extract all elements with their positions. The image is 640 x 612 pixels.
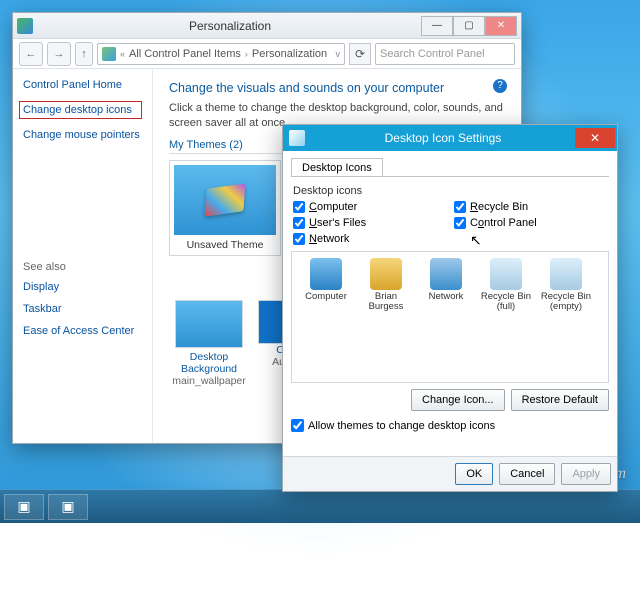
breadcrumb-root[interactable]: All Control Panel Items [129, 48, 241, 60]
dialog-icon [289, 130, 305, 146]
sidebar-change-pointers-link[interactable]: Change mouse pointers [23, 129, 142, 141]
preview-recycle-empty[interactable]: Recycle Bin (empty) [538, 258, 594, 313]
preview-recycle-full[interactable]: Recycle Bin (full) [478, 258, 534, 313]
allow-themes-checkbox[interactable]: Allow themes to change desktop icons [291, 419, 609, 432]
network-icon [430, 258, 462, 290]
checkbox-computer-input[interactable] [293, 201, 305, 213]
see-also-label: See also [23, 261, 142, 273]
user-folder-icon [370, 258, 402, 290]
breadcrumb-current[interactable]: Personalization [252, 48, 327, 60]
dialog-footer: OK Cancel Apply [283, 456, 617, 491]
bg-label: Desktop Background [169, 351, 249, 375]
see-also-display[interactable]: Display [23, 281, 142, 293]
cancel-button[interactable]: Cancel [499, 463, 555, 485]
desktop-icon-settings-dialog: Desktop Icon Settings ✕ Desktop Icons De… [282, 124, 618, 492]
allow-themes-label: Allow themes to change desktop icons [308, 420, 495, 432]
desktop-icons-group-label: Desktop icons [293, 185, 609, 197]
page-heading: Change the visuals and sounds on your co… [169, 81, 505, 95]
checkbox-recycle-bin[interactable]: Recycle Bin [454, 201, 607, 213]
see-also-taskbar[interactable]: Taskbar [23, 303, 142, 315]
checkbox-grid: Computer Recycle Bin User's Files Contro… [291, 201, 609, 245]
preview-user[interactable]: Brian Burgess [358, 258, 414, 313]
taskbar-app-1[interactable]: ▣ [4, 494, 44, 520]
apply-button[interactable]: Apply [561, 463, 611, 485]
taskbar[interactable]: ▣ ▣ [0, 489, 640, 523]
dialog-titlebar[interactable]: Desktop Icon Settings ✕ [283, 125, 617, 151]
tab-bar: Desktop Icons [291, 157, 609, 177]
refresh-button[interactable]: ⟳ [349, 43, 371, 65]
theme-fan-icon [205, 183, 246, 216]
tab-desktop-icons[interactable]: Desktop Icons [291, 158, 383, 176]
preview-network[interactable]: Network [418, 258, 474, 313]
chevron-right-icon: › [245, 49, 248, 59]
close-button[interactable]: ✕ [485, 16, 517, 36]
search-placeholder: Search Control Panel [380, 48, 485, 60]
bg-value: main_wallpaper [169, 375, 249, 387]
restore-default-button[interactable]: Restore Default [511, 389, 609, 411]
dialog-close-button[interactable]: ✕ [575, 128, 615, 148]
forward-button[interactable]: → [47, 42, 71, 66]
sidebar: Control Panel Home Change desktop icons … [13, 69, 153, 443]
dialog-title: Desktop Icon Settings [311, 131, 575, 145]
checkbox-users-input[interactable] [293, 217, 305, 229]
preview-label: Recycle Bin (full) [478, 292, 534, 313]
address-icon [102, 47, 116, 61]
preview-computer[interactable]: Computer [298, 258, 354, 313]
checkbox-recycle-input[interactable] [454, 201, 466, 213]
preview-label: Computer [298, 292, 354, 302]
recycle-bin-empty-icon [550, 258, 582, 290]
sidebar-home-link[interactable]: Control Panel Home [23, 79, 142, 91]
theme-thumbnail [174, 165, 276, 235]
preview-label: Network [418, 292, 474, 302]
taskbar-app-2[interactable]: ▣ [48, 494, 88, 520]
icon-preview-box: Computer Brian Burgess Network Recycle B… [291, 251, 609, 383]
theme-name: Unsaved Theme [174, 239, 276, 251]
checkbox-users-files[interactable]: User's Files [293, 217, 446, 229]
chevron-down-icon[interactable]: v [336, 49, 341, 59]
search-input[interactable]: Search Control Panel [375, 43, 515, 65]
breadcrumb-sep-icon: « [120, 49, 125, 59]
back-button[interactable]: ← [19, 42, 43, 66]
address-bar[interactable]: « All Control Panel Items › Personalizat… [97, 43, 345, 65]
computer-icon [310, 258, 342, 290]
recycle-bin-full-icon [490, 258, 522, 290]
titlebar[interactable]: Personalization — ▢ ✕ [13, 13, 521, 39]
preview-label: Brian Burgess [358, 292, 414, 313]
checkbox-control-panel[interactable]: Control Panel [454, 217, 607, 229]
bg-thumbnail [175, 300, 243, 348]
preview-label: Recycle Bin (empty) [538, 292, 594, 313]
up-button[interactable]: ↑ [75, 42, 93, 66]
minimize-button[interactable]: — [421, 16, 453, 36]
help-icon[interactable]: ? [493, 79, 507, 93]
nav-toolbar: ← → ↑ « All Control Panel Items › Person… [13, 39, 521, 69]
ok-button[interactable]: OK [455, 463, 493, 485]
see-also-ease[interactable]: Ease of Access Center [23, 325, 142, 337]
window-icon [17, 18, 33, 34]
checkbox-cpanel-input[interactable] [454, 217, 466, 229]
desktop-background-tile[interactable]: Desktop Background main_wallpaper [169, 300, 249, 387]
change-icon-button[interactable]: Change Icon... [411, 389, 505, 411]
window-title: Personalization [39, 19, 421, 33]
theme-tile[interactable]: Unsaved Theme [169, 160, 281, 256]
checkbox-network-input[interactable] [293, 233, 305, 245]
allow-themes-input[interactable] [291, 419, 304, 432]
checkbox-network[interactable]: Network [293, 233, 446, 245]
desktop-wallpaper: Personalization — ▢ ✕ ← → ↑ « All Contro… [0, 0, 640, 523]
maximize-button[interactable]: ▢ [453, 16, 485, 36]
checkbox-computer[interactable]: Computer [293, 201, 446, 213]
sidebar-change-icons-link[interactable]: Change desktop icons [19, 101, 142, 119]
